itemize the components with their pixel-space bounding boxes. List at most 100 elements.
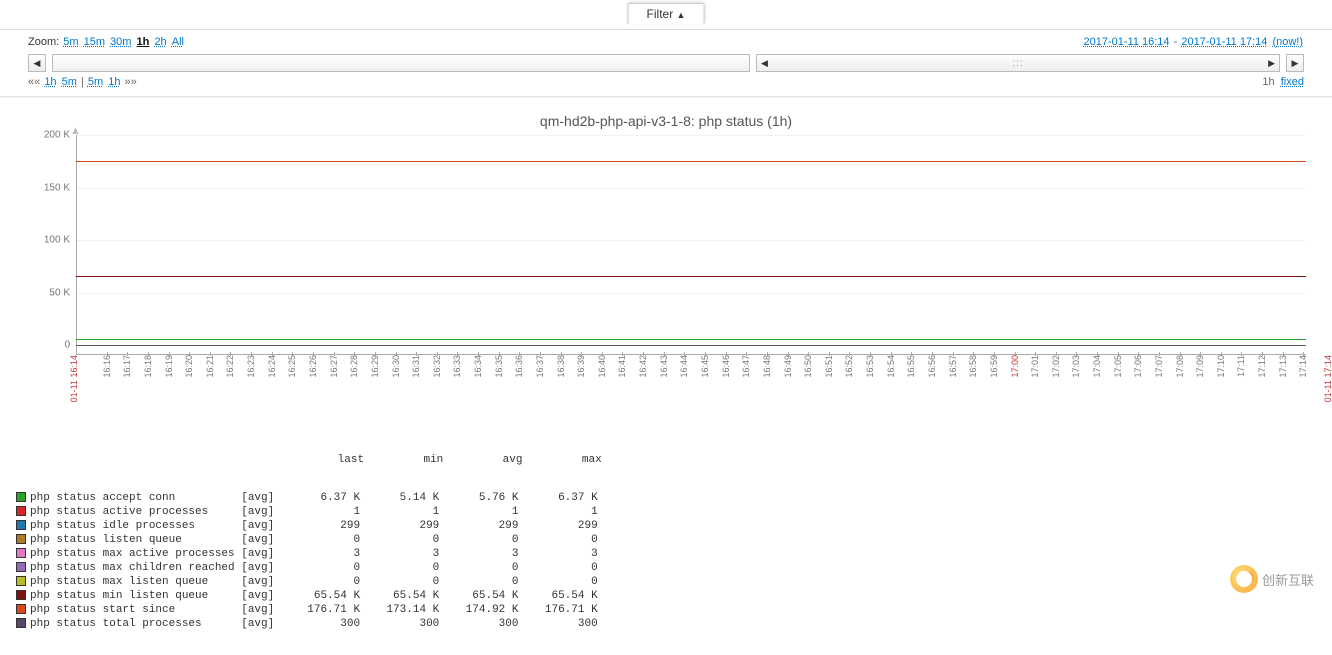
legend-swatch <box>16 604 26 614</box>
legend-row: php status max active processes [avg] 3 … <box>16 547 1322 561</box>
nav-back-1h[interactable]: 1h <box>44 76 56 88</box>
zoom-2h[interactable]: 2h <box>154 36 166 48</box>
legend-text: php status idle processes [avg] 299 299 … <box>30 520 598 532</box>
watermark-logo-icon <box>1230 565 1258 593</box>
x-tick: 16:51 <box>824 355 834 378</box>
chart-plot: ▲ 050 K100 K150 K200 K <box>76 135 1306 355</box>
x-tick: 16:23 <box>246 355 256 378</box>
series-line <box>76 339 1306 340</box>
nav-last[interactable]: »» <box>125 76 137 88</box>
zoom-label: Zoom: <box>28 36 59 48</box>
gridline <box>76 240 1306 241</box>
legend-row: php status start since [avg] 176.71 K 17… <box>16 603 1322 617</box>
x-tick: 17:06 <box>1133 355 1143 378</box>
legend-swatch <box>16 548 26 558</box>
x-tick: 16:33 <box>452 355 462 378</box>
x-tick: 16:41 <box>617 355 627 378</box>
gridline <box>76 293 1306 294</box>
x-tick: 17:05 <box>1113 355 1123 378</box>
x-tick: 16:59 <box>989 355 999 378</box>
zoom-1h[interactable]: 1h <box>137 36 150 48</box>
legend-row: php status total processes [avg] 300 300… <box>16 617 1322 631</box>
timeline-prev-button[interactable]: ◀ <box>28 54 46 72</box>
legend-row: php status max listen queue [avg] 0 0 0 … <box>16 575 1322 589</box>
nav-right-group: 1h fixed <box>1262 76 1304 88</box>
x-tick: 16:36 <box>514 355 524 378</box>
x-tick: 16:44 <box>679 355 689 378</box>
x-tick: 16:18 <box>143 355 153 378</box>
x-tick: 16:27 <box>329 355 339 378</box>
x-tick: 16:38 <box>556 355 566 378</box>
timeline-next-button[interactable]: ▶ <box>1286 54 1304 72</box>
nav-fixed[interactable]: fixed <box>1281 76 1304 88</box>
filter-toggle[interactable]: Filter ▲ <box>628 3 705 24</box>
zoom-links: Zoom: 5m 15m 30m 1h 2h All <box>28 36 185 48</box>
x-axis: 01-11 16:1416:1616:1716:1816:1916:2016:2… <box>76 355 1306 423</box>
timeline-track[interactable] <box>52 54 750 72</box>
legend-header: last min avg max <box>16 453 1322 467</box>
zoom-All[interactable]: All <box>172 36 184 48</box>
gridline <box>76 188 1306 189</box>
period-sep: - <box>1171 36 1181 48</box>
legend-text: php status listen queue [avg] 0 0 0 0 <box>30 534 598 546</box>
x-tick: 16:31 <box>411 355 421 378</box>
legend-row: php status listen queue [avg] 0 0 0 0 <box>16 533 1322 547</box>
x-tick: 17:11 <box>1236 355 1246 377</box>
x-tick: 16:43 <box>659 355 669 378</box>
plot-border-left <box>76 135 77 355</box>
triangle-right-icon: ▶ <box>1268 58 1275 69</box>
x-tick: 17:09 <box>1195 355 1205 378</box>
top-bar: Filter ▲ <box>0 0 1332 30</box>
nav-first[interactable]: «« <box>28 76 40 88</box>
x-tick: 16:25 <box>287 355 297 378</box>
period-from[interactable]: 2017-01-11 16:14 <box>1084 36 1170 48</box>
x-tick: 16:40 <box>597 355 607 378</box>
y-axis: 050 K100 K150 K200 K <box>30 135 74 355</box>
period-to[interactable]: 2017-01-11 17:14 <box>1181 36 1267 48</box>
y-tick: 200 K <box>44 130 70 141</box>
x-tick: 16:42 <box>638 355 648 378</box>
x-tick: 17:01 <box>1030 355 1040 378</box>
legend-swatch <box>16 562 26 572</box>
zoom-15m[interactable]: 15m <box>84 36 105 48</box>
chevron-up-icon: ▲ <box>677 10 686 20</box>
period-now[interactable]: (now!) <box>1272 36 1303 48</box>
series-line <box>76 345 1306 346</box>
legend-row: php status accept conn [avg] 6.37 K 5.14… <box>16 491 1322 505</box>
x-tick: 16:58 <box>968 355 978 378</box>
x-tick: 16:48 <box>762 355 772 378</box>
zoom-5m[interactable]: 5m <box>63 36 78 48</box>
watermark-text: 创新互联 <box>1262 570 1314 589</box>
legend-row: php status idle processes [avg] 299 299 … <box>16 519 1322 533</box>
timeline-handle[interactable]: ◀ ::: ▶ <box>756 54 1280 72</box>
x-tick: 16:54 <box>886 355 896 378</box>
x-tick: 16:47 <box>741 355 751 378</box>
y-tick: 100 K <box>44 235 70 246</box>
nav-pipe: | <box>81 76 87 88</box>
nav-back-5m[interactable]: 5m <box>62 76 77 88</box>
gridline <box>76 135 1306 136</box>
x-tick: 16:22 <box>225 355 235 378</box>
controls-panel: Zoom: 5m 15m 30m 1h 2h All 2017-01-11 16… <box>0 30 1332 96</box>
watermark: 创新互联 <box>1230 565 1314 593</box>
x-tick: 16:53 <box>865 355 875 378</box>
x-end-right: 01-11 17:14 <box>1323 355 1332 402</box>
x-tick: 16:16 <box>102 355 112 378</box>
x-tick: 16:52 <box>844 355 854 378</box>
nav-fwd-5m[interactable]: 5m <box>88 76 103 88</box>
x-tick: 16:56 <box>927 355 937 378</box>
zoom-30m[interactable]: 30m <box>110 36 131 48</box>
x-tick: 17:08 <box>1175 355 1185 378</box>
legend-swatch <box>16 492 26 502</box>
x-tick: 17:07 <box>1154 355 1164 378</box>
x-tick: 16:26 <box>308 355 318 378</box>
nav-fwd-1h[interactable]: 1h <box>108 76 120 88</box>
chart-area: qm-hd2b-php-api-v3-1-8: php status (1h) … <box>0 97 1332 655</box>
legend-text: php status accept conn [avg] 6.37 K 5.14… <box>30 492 598 504</box>
nav-links-row: «« 1h 5m | 5m 1h »» 1h fixed <box>28 76 1304 94</box>
x-tick: 16:19 <box>164 355 174 378</box>
x-end-left: 01-11 16:14 <box>69 355 79 402</box>
legend-text: php status total processes [avg] 300 300… <box>30 618 598 630</box>
triangle-right-icon: ▶ <box>1292 58 1299 69</box>
y-tick: 150 K <box>44 182 70 193</box>
